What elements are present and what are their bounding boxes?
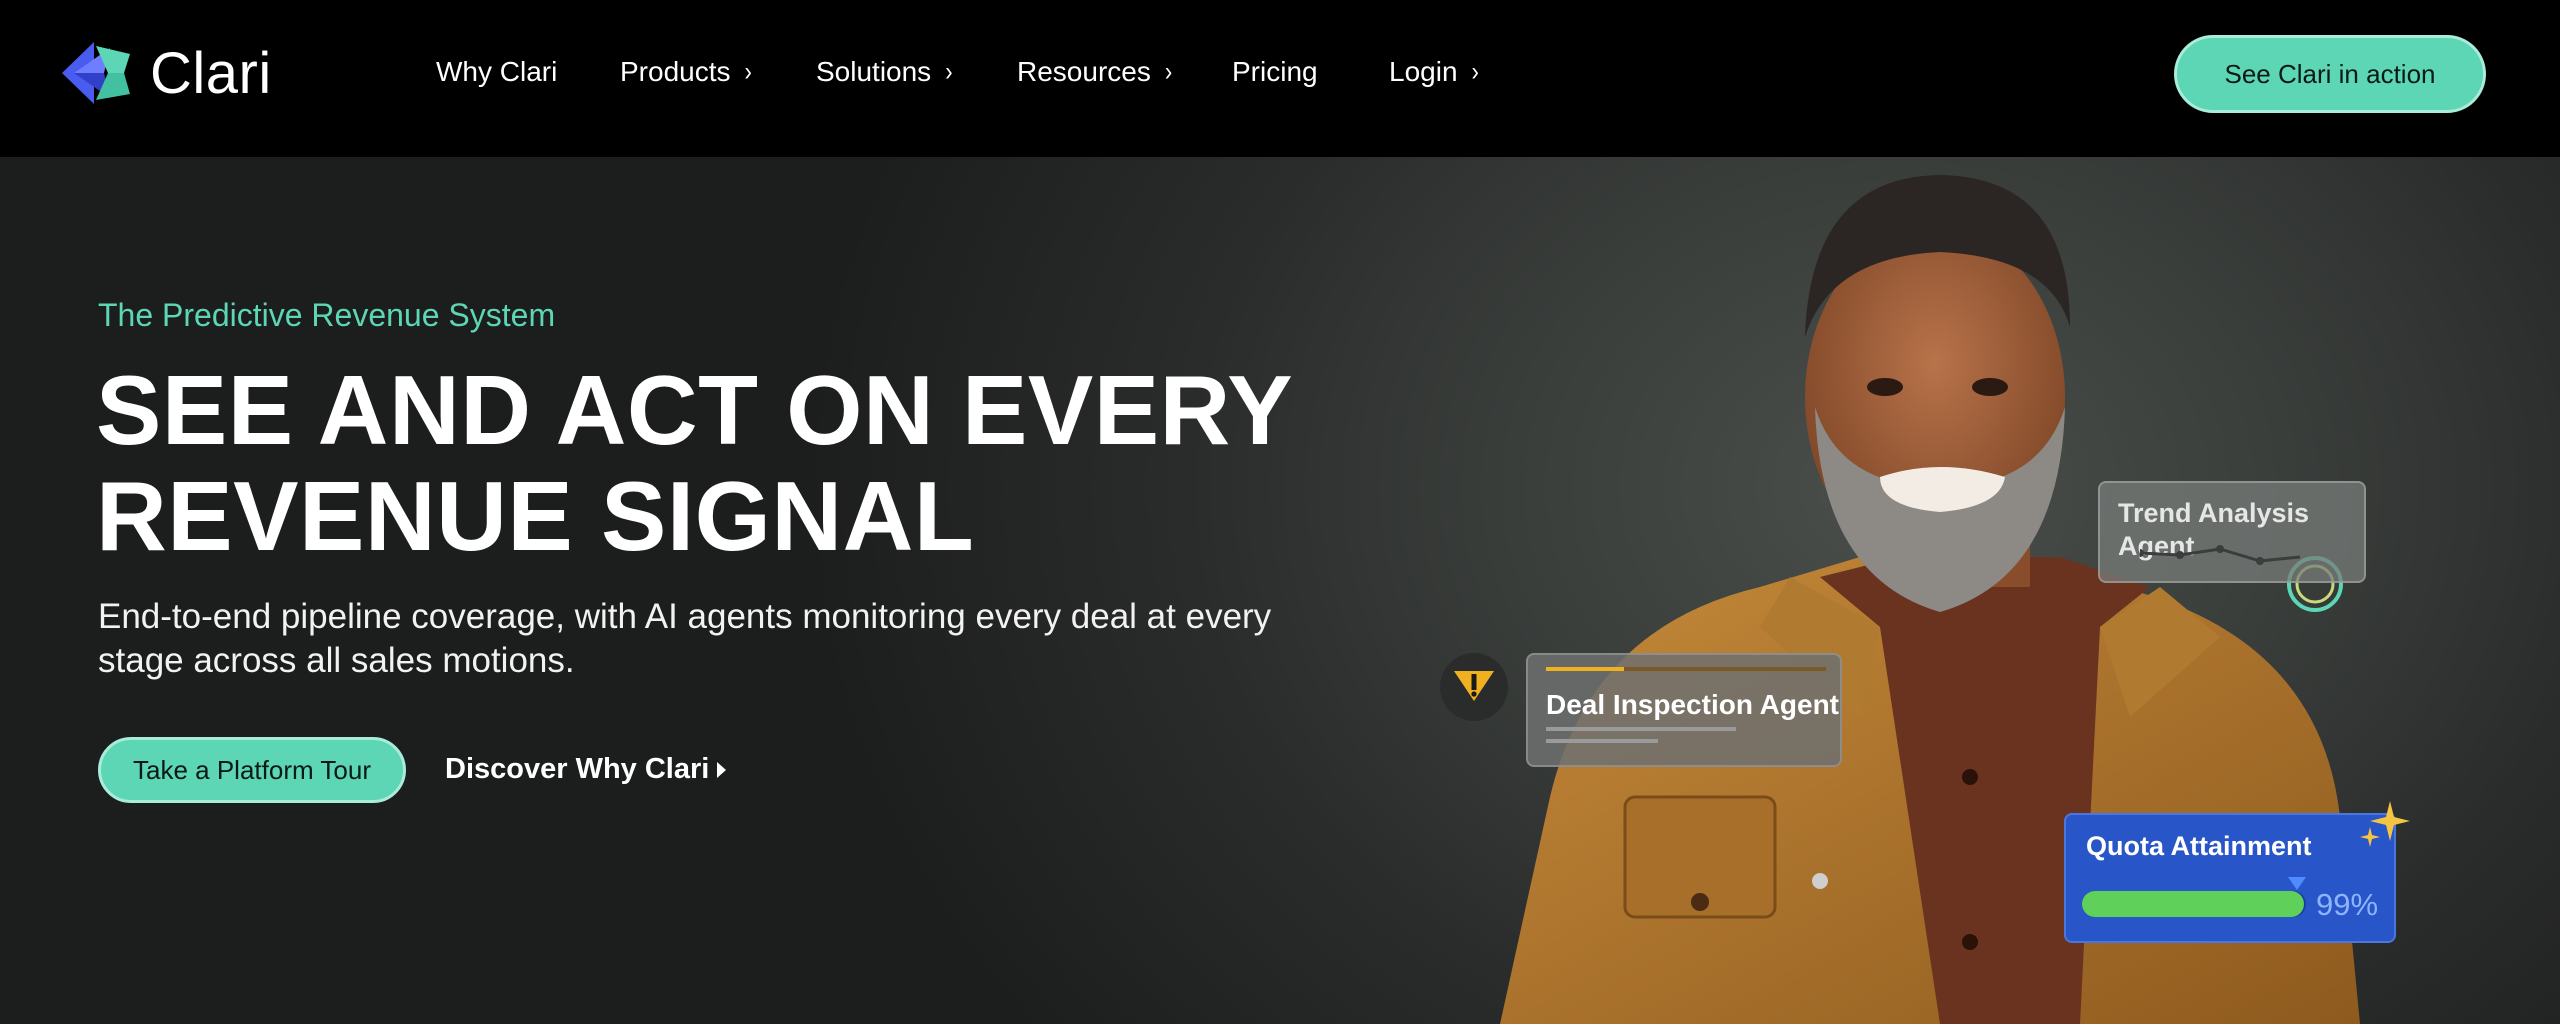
hero-section: The Predictive Revenue System SEE AND AC… [0,157,2560,1024]
nav-item-why-clari[interactable]: Why Clari [436,56,557,88]
discover-why-clari-link[interactable]: Discover Why Clari [445,753,727,786]
nav-item-pricing[interactable]: Pricing [1232,56,1318,88]
quota-progress-track [2082,891,2306,917]
nav-item-login[interactable]: Login › [1389,56,1479,88]
chevron-right-icon: › [744,56,752,87]
nav-item-resources[interactable]: Resources › [1017,56,1172,88]
deal-inspection-card: Deal Inspection Agent [1526,653,1842,767]
nav-label: Solutions [816,56,932,87]
clari-logo-icon [62,42,130,104]
nav-label: Why Clari [436,56,558,87]
brand-name: Clari [150,40,272,106]
chevron-right-icon: › [1164,56,1173,87]
warning-icon [1454,671,1494,701]
headline-line-1: SEE AND ACT ON EVERY [96,355,1294,465]
trend-analysis-card: Trend Analysis Agent [2098,481,2366,583]
quota-marker-icon [2288,877,2306,890]
deal-progress-fill [1546,667,1624,671]
hero-headline: SEE AND ACT ON EVERY REVENUE SIGNAL [96,357,1293,569]
quota-card-title: Quota Attainment [2086,831,2312,861]
nav-label: Resources [1017,56,1151,87]
see-clari-in-action-button[interactable]: See Clari in action [2174,35,2486,113]
headline-line-2: REVENUE SIGNAL [96,461,975,571]
nav-item-products[interactable]: Products › [620,56,752,88]
trend-line-icon [2140,545,2301,565]
hero-eyebrow: The Predictive Revenue System [98,297,556,333]
top-nav: Clari Why Clari Products › Solutions › R… [0,0,2560,157]
nav-label: Login [1389,56,1458,87]
trend-title-line-1: Trend Analysis [2118,498,2310,528]
clari-logo[interactable]: Clari [54,38,272,108]
nav-label: Pricing [1232,56,1318,87]
hero-subtitle: End-to-end pipeline coverage, with AI ag… [98,597,1272,680]
chevron-right-icon: › [1471,56,1479,87]
quota-attainment-card: Quota Attainment 99% [2064,801,2410,943]
quota-percent: 99% [2316,887,2379,922]
link-label: Discover Why Clari [445,753,710,785]
quota-progress-fill [2082,891,2304,917]
platform-tour-button[interactable]: Take a Platform Tour [98,737,406,803]
warning-badge [1440,653,1508,721]
chevron-right-icon: › [945,56,953,87]
placeholder-line [1546,739,1658,743]
sparkle-icon [2360,801,2410,847]
play-arrow-icon [717,761,727,778]
nav-label: Products [620,56,731,87]
deal-card-title: Deal Inspection Agent [1546,689,1840,720]
nav-item-solutions[interactable]: Solutions › [816,56,953,88]
placeholder-line [1546,727,1736,731]
